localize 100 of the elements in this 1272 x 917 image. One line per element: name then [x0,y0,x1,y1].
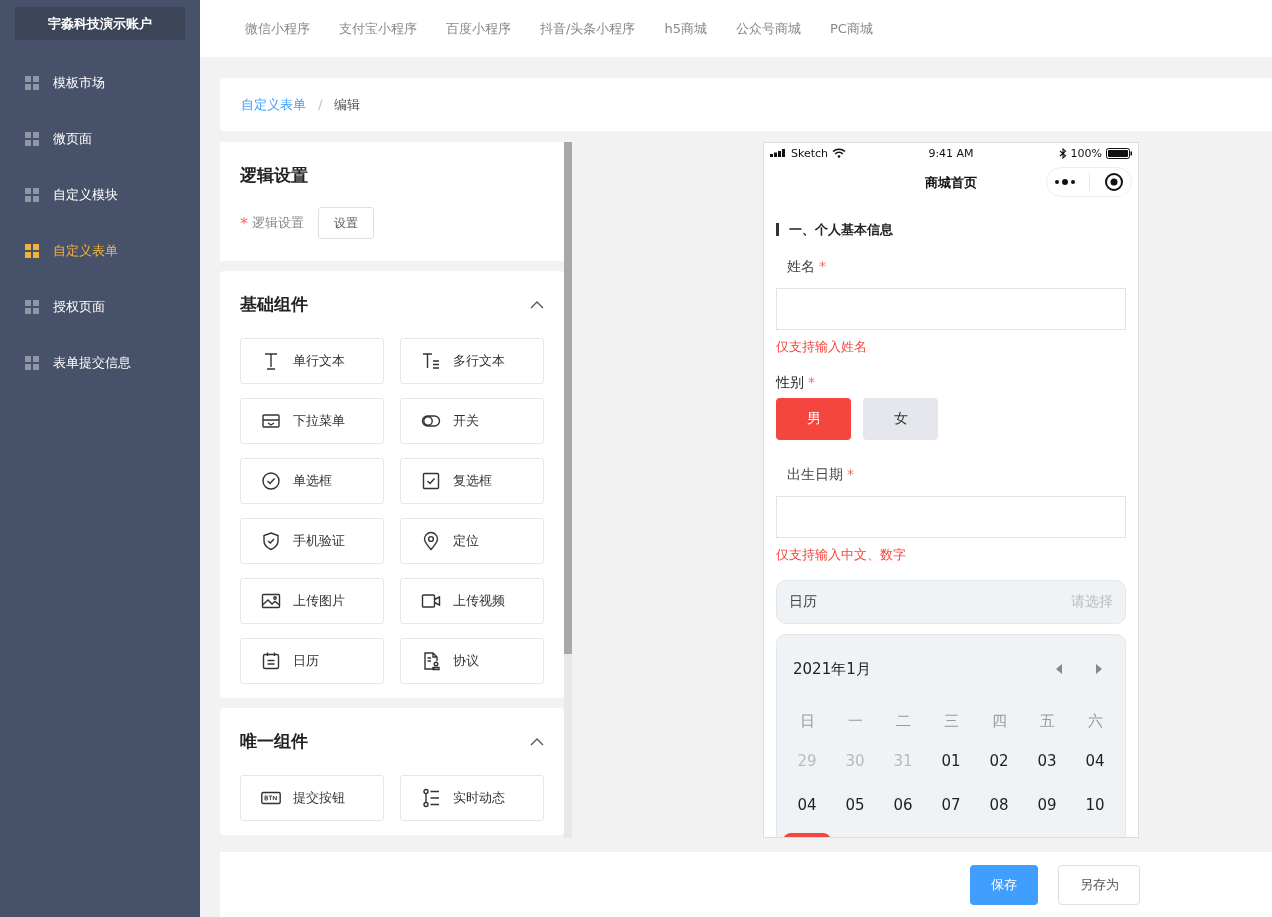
field-label: 性别 [776,374,804,392]
component-tile[interactable]: 日历 [240,638,384,684]
chevron-up-icon[interactable] [530,737,544,746]
calendar-day[interactable]: 09 [1023,783,1071,827]
calendar-icon [261,651,281,671]
radio-icon [261,471,281,491]
component-tile[interactable]: 上传视频 [400,578,544,624]
name-field[interactable] [776,288,1126,330]
sidebar-item[interactable]: 自定义模块 [0,167,200,223]
field-label: 逻辑设置 [252,214,304,232]
picker-label: 日历 [789,593,817,611]
component-tile[interactable]: 单选框 [240,458,384,504]
platform-tab[interactable]: 支付宝小程序 [339,19,417,38]
gender-option[interactable]: 男 [776,398,851,440]
account-name: 宇淼科技演示账户 [15,7,185,40]
component-label: 下拉菜单 [293,412,345,430]
calendar-day[interactable]: 03 [1023,739,1071,783]
required-mark: * [819,258,826,274]
card-title: 基础组件 [240,293,308,316]
platform-tab[interactable]: 公众号商城 [735,19,801,38]
component-tile[interactable]: 开关 [400,398,544,444]
component-label: 单行文本 [293,352,345,370]
weekday-label: 六 [1086,711,1104,732]
component-tile[interactable]: 多行文本 [400,338,544,384]
calendar-day[interactable]: 06 [879,783,927,827]
calendar-day[interactable]: 10 [1071,783,1119,827]
calendar-day[interactable]: 07 [927,783,975,827]
sidebar-item[interactable]: 微页面 [0,111,200,167]
field-hint: 仅支持输入中文、数字 [776,546,907,564]
component-label: 开关 [453,412,479,430]
page-title: 商城首页 [925,174,977,192]
grid-icon [25,132,39,146]
field-label: 出生日期 [787,466,843,484]
platform-tab[interactable]: PC商城 [829,19,873,38]
component-label: 上传视频 [453,592,505,610]
more-icon[interactable] [1053,178,1076,186]
calendar-day[interactable]: 08 [975,783,1023,827]
timeline-icon [421,788,441,808]
component-label: 实时动态 [453,789,505,807]
weekday-label: 日 [798,711,816,732]
component-label: 提交按钮 [293,789,345,807]
component-tile[interactable]: 单行文本 [240,338,384,384]
video-icon [421,591,441,611]
bluetooth-icon [1058,147,1067,159]
carrier-name: Sketch [791,146,829,160]
component-tile[interactable]: 上传图片 [240,578,384,624]
component-tile[interactable]: 复选框 [400,458,544,504]
component-tile[interactable]: 手机验证 [240,518,384,564]
component-tile[interactable]: 实时动态 [400,775,544,821]
sidebar-item[interactable]: 授权页面 [0,279,200,335]
previous-month-icon[interactable] [1055,664,1063,674]
platform-tab[interactable]: h5商城 [664,19,707,38]
breadcrumb-current: 编辑 [334,95,361,114]
calendar-day[interactable]: 05 [831,783,879,827]
component-label: 协议 [453,652,479,670]
calendar-day[interactable]: 01 [927,739,975,783]
status-time: 9:41 AM [928,146,974,160]
platform-tab[interactable]: 抖音/头条小程序 [540,19,636,38]
card-title: 逻辑设置 [240,164,309,187]
chevron-up-icon[interactable] [530,300,544,309]
component-tile[interactable]: 定位 [400,518,544,564]
location-icon [421,531,441,551]
birth-date-field[interactable] [776,496,1126,538]
grid-icon [25,76,39,90]
calendar-day[interactable]: 04 [1071,739,1119,783]
calendar-day[interactable]: 04 [783,783,831,827]
platform-tab[interactable]: 百度小程序 [446,19,511,38]
textarea-icon [421,351,441,371]
card-title: 唯一组件 [240,730,308,753]
target-icon[interactable] [1104,172,1125,192]
sidebar-item[interactable]: 表单提交信息 [0,335,200,391]
grid-icon [25,244,39,258]
sidebar-item[interactable]: 模板市场 [0,55,200,111]
checkbox-icon [421,471,441,491]
required-mark: * [240,213,248,233]
save-as-button[interactable]: 另存为 [1058,864,1140,905]
component-label: 手机验证 [293,532,345,550]
image-icon [261,591,281,611]
weekday-label: 四 [990,711,1008,732]
grid-icon [25,300,39,314]
next-month-icon[interactable] [1095,664,1103,674]
platform-tab[interactable]: 微信小程序 [245,19,310,38]
dropdown-icon [261,411,281,431]
weekday-label: 一 [846,711,864,732]
battery-percent: 100% [1070,146,1102,160]
gender-option[interactable]: 女 [863,398,938,440]
component-label: 日历 [293,652,319,670]
component-tile[interactable]: 下拉菜单 [240,398,384,444]
component-label: 定位 [453,532,479,550]
grid-icon [25,188,39,202]
calendar-day[interactable]: 02 [975,739,1023,783]
component-tile[interactable]: 提交按钮 [240,775,384,821]
battery-icon [1106,147,1132,159]
component-tile[interactable]: 协议 [400,638,544,684]
weekday-label: 三 [942,711,960,732]
required-mark: * [847,466,854,482]
weekday-label: 二 [894,711,912,732]
settings-button[interactable]: 设置 [318,207,374,239]
sidebar-item[interactable]: 自定义表单 [0,223,200,279]
scrollbar[interactable] [564,142,572,838]
